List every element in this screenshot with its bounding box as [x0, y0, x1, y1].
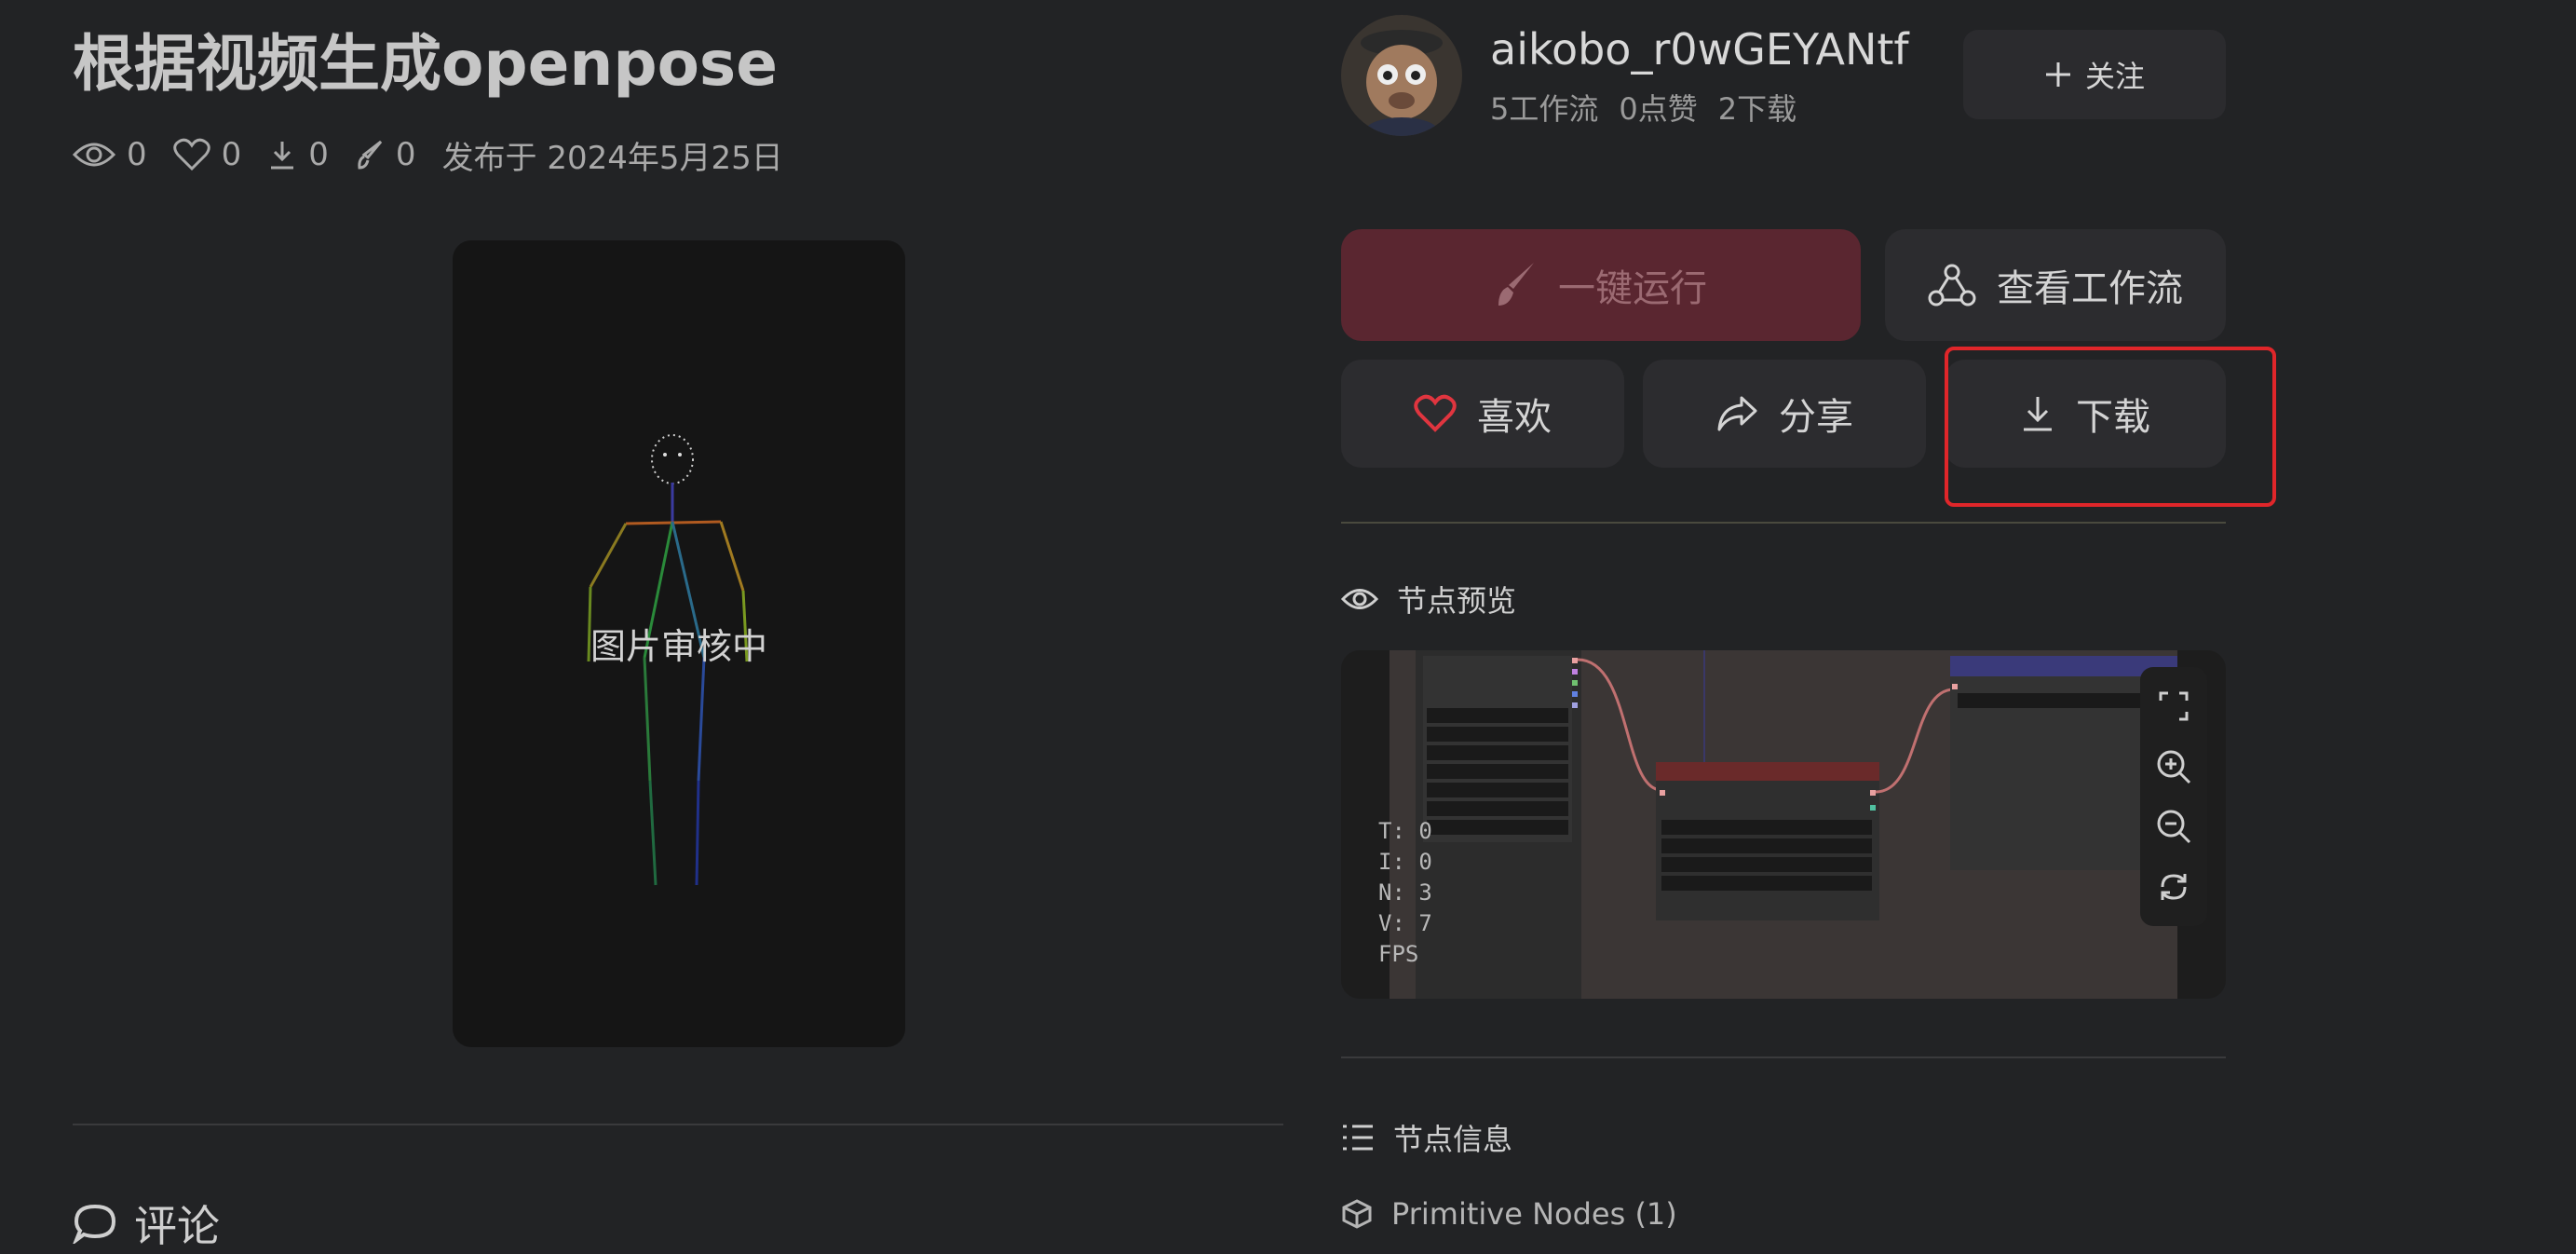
primitive-nodes-item[interactable]: Primitive Nodes (1)	[1341, 1196, 1677, 1232]
zoom-out-icon[interactable]	[2155, 808, 2192, 845]
download-highlight-box	[1945, 347, 2276, 507]
node-preview-header: 节点预览	[1341, 578, 1516, 620]
node-preview-canvas[interactable]: T: 0 I: 0 N: 3 V: 7 FPS	[1341, 650, 2226, 999]
author-stats: 5工作流 0点赞 2下载	[1490, 86, 1796, 129]
divider	[73, 1124, 1283, 1125]
views-count: 0	[127, 136, 147, 173]
node-info-title: 节点信息	[1393, 1122, 1513, 1157]
run-label: 一键运行	[1558, 267, 1707, 310]
workflow-title: 根据视频生成openpose	[73, 28, 778, 100]
stat-line: V: 7	[1378, 910, 1432, 936]
image-review-status: 图片审核中	[590, 626, 767, 667]
canvas-zoom-controls	[2140, 667, 2207, 926]
eye-icon	[1341, 586, 1397, 612]
comments-section-title: 评论	[73, 1193, 220, 1254]
primitive-nodes-label: Primitive Nodes (1)	[1391, 1196, 1677, 1232]
author-downloads: 2下载	[1717, 91, 1797, 127]
follow-button[interactable]: 关注	[1963, 30, 2226, 119]
heart-icon	[172, 138, 222, 171]
workflow-preview-image[interactable]: 图片审核中	[453, 240, 905, 1047]
fullscreen-icon[interactable]	[2155, 688, 2192, 725]
comment-icon	[73, 1203, 117, 1244]
run-workflow-button[interactable]: 一键运行	[1341, 229, 1861, 341]
zoom-in-icon[interactable]	[2155, 748, 2192, 785]
author-workflows: 5工作流	[1490, 91, 1599, 127]
stat-line: FPS	[1378, 941, 1419, 967]
comments-label: 评论	[134, 1201, 220, 1251]
canvas-stats: T: 0 I: 0 N: 3 V: 7 FPS	[1378, 816, 1432, 970]
likes-count: 0	[221, 136, 242, 173]
node-preview-title: 节点预览	[1397, 583, 1517, 619]
follow-label: 关注	[2084, 59, 2145, 94]
author-avatar[interactable]	[1341, 15, 1462, 136]
share-label: 分享	[1779, 396, 1853, 439]
share-button[interactable]: 分享	[1643, 360, 1926, 468]
stat-line: N: 3	[1378, 879, 1432, 906]
eye-icon	[73, 140, 127, 170]
stat-line: I: 0	[1378, 849, 1432, 875]
node-info-header: 节点信息	[1341, 1116, 1512, 1159]
view-label: 查看工作流	[1997, 267, 2183, 310]
publish-date: 发布于 2024年5月25日	[441, 139, 783, 177]
runs-count: 0	[395, 136, 416, 173]
share-icon	[1715, 394, 1779, 433]
cube-icon	[1341, 1198, 1391, 1230]
brush-icon	[1495, 261, 1558, 309]
node-graph[interactable]	[1390, 650, 2177, 999]
heart-icon	[1414, 394, 1477, 433]
author-likes: 0点赞	[1619, 91, 1698, 127]
views-stat: 0	[73, 136, 147, 173]
stat-line: T: 0	[1378, 818, 1432, 844]
downloads-count: 0	[308, 136, 329, 173]
downloads-stat: 0	[267, 136, 329, 173]
divider	[1341, 522, 2226, 524]
like-label: 喜欢	[1477, 396, 1552, 439]
likes-stat: 0	[172, 136, 242, 173]
view-workflow-button[interactable]: 查看工作流	[1885, 229, 2226, 341]
brush-icon	[355, 139, 396, 170]
runs-stat: 0	[355, 136, 416, 173]
plus-icon	[2044, 61, 2085, 89]
workflow-meta: 0 0 0 0 发布于 2024年5月25日	[73, 130, 783, 179]
reset-view-icon[interactable]	[2155, 868, 2192, 906]
author-name[interactable]: aikobo_r0wGEYANtf	[1490, 24, 1909, 75]
like-button[interactable]: 喜欢	[1341, 360, 1624, 468]
download-icon	[267, 139, 308, 170]
workflow-nodes-icon	[1928, 263, 1997, 307]
divider	[1341, 1056, 2226, 1058]
list-icon	[1341, 1124, 1393, 1152]
